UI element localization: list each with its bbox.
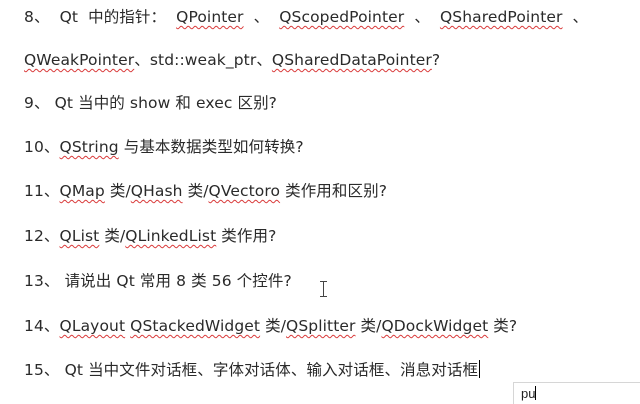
question-13: 13、 请说出 Qt 常用 8 类 56 个控件? <box>24 270 292 292</box>
text-caret <box>479 360 481 378</box>
class-name-qlayout: QLayout <box>59 317 126 335</box>
question-number: 10、 <box>24 138 60 156</box>
question-text: 类作用? <box>216 227 277 245</box>
separator: 、 <box>256 51 272 69</box>
question-text: Qt 中的指针： <box>59 8 167 26</box>
class-name-qscopedpointer: QScopedPointer <box>279 8 405 26</box>
question-text: 类/ <box>355 317 382 335</box>
question-text: 类/ <box>104 182 131 200</box>
class-name-qstackedwidget: QStackedWidget <box>130 317 261 335</box>
class-name-qshareddatapointer: QSharedDataPointer <box>271 51 432 69</box>
question-mark: ? <box>431 51 441 69</box>
question-number: 8、 <box>24 8 50 26</box>
question-14: 14、QLayout QStackedWidget 类/QSplitter 类/… <box>24 315 517 337</box>
question-text: 类/ <box>260 317 287 335</box>
separator: 、 <box>414 8 430 26</box>
class-name-qstring: QString <box>59 138 119 156</box>
question-text: 类/ <box>99 227 126 245</box>
separator: 、 <box>572 8 589 26</box>
class-name-qpointer: QPointer <box>176 8 244 26</box>
class-name-qdockwidget: QDockWidget <box>381 317 489 335</box>
question-text: 类作用和区别? <box>280 182 388 200</box>
question-text[interactable]: Qt 当中文件对话框、字体对话体、输入对话框、消息对话框 <box>65 361 479 379</box>
text-cursor-icon <box>320 281 327 297</box>
question-9: 9、 Qt 当中的 show 和 exec 区别? <box>24 92 277 114</box>
question-12: 12、QList 类/QLinkedList 类作用? <box>24 225 276 247</box>
question-text: Qt 当中的 show 和 exec 区别? <box>54 94 278 112</box>
class-name-qsplitter: QSplitter <box>286 317 356 335</box>
question-text: 类/ <box>182 182 209 200</box>
question-15[interactable]: 15、 Qt 当中文件对话框、字体对话体、输入对话框、消息对话框 <box>24 359 481 381</box>
document-page: 8、 Qt 中的指针： QPointer 、 QScopedPointer 、 … <box>0 0 640 404</box>
question-8-line-2: QWeakPointer、std::weak_ptr、QSharedDataPo… <box>24 49 440 71</box>
class-name-qsharedpointer: QSharedPointer <box>439 8 563 26</box>
class-name-qlist: QList <box>59 227 100 245</box>
question-number: 15、 <box>24 361 60 379</box>
question-number: 14、 <box>24 317 60 335</box>
question-11: 11、QMap 类/QHash 类/QVectoro 类作用和区别? <box>24 180 387 202</box>
question-text: 与基本数据类型如何转换? <box>118 138 304 156</box>
class-name-qvectoro: QVectoro <box>208 182 281 200</box>
ime-composition-window[interactable]: pu <box>513 382 640 404</box>
class-name-qweakpointer: QWeakPointer <box>24 51 135 69</box>
question-number: 11、 <box>24 182 60 200</box>
class-name-qmap: QMap <box>59 182 105 200</box>
question-10: 10、QString 与基本数据类型如何转换? <box>24 136 304 158</box>
class-name-qlinkedlist: QLinkedList <box>125 227 217 245</box>
question-number: 12、 <box>24 227 60 245</box>
question-text: 请说出 Qt 常用 8 类 56 个控件? <box>64 272 292 290</box>
class-name-std-weak-ptr: std::weak_ptr <box>149 51 257 69</box>
ime-composition-text: pu <box>521 386 536 401</box>
separator: 、 <box>253 8 270 26</box>
question-8-line-1: 8、 Qt 中的指针： QPointer 、 QScopedPointer 、 … <box>24 6 588 28</box>
question-number: 13、 <box>24 272 60 290</box>
question-text: 类? <box>488 317 518 335</box>
class-name-qhash: QHash <box>130 182 183 200</box>
ime-caret <box>535 386 537 400</box>
question-number: 9、 <box>24 94 50 112</box>
separator: 、 <box>134 51 150 69</box>
